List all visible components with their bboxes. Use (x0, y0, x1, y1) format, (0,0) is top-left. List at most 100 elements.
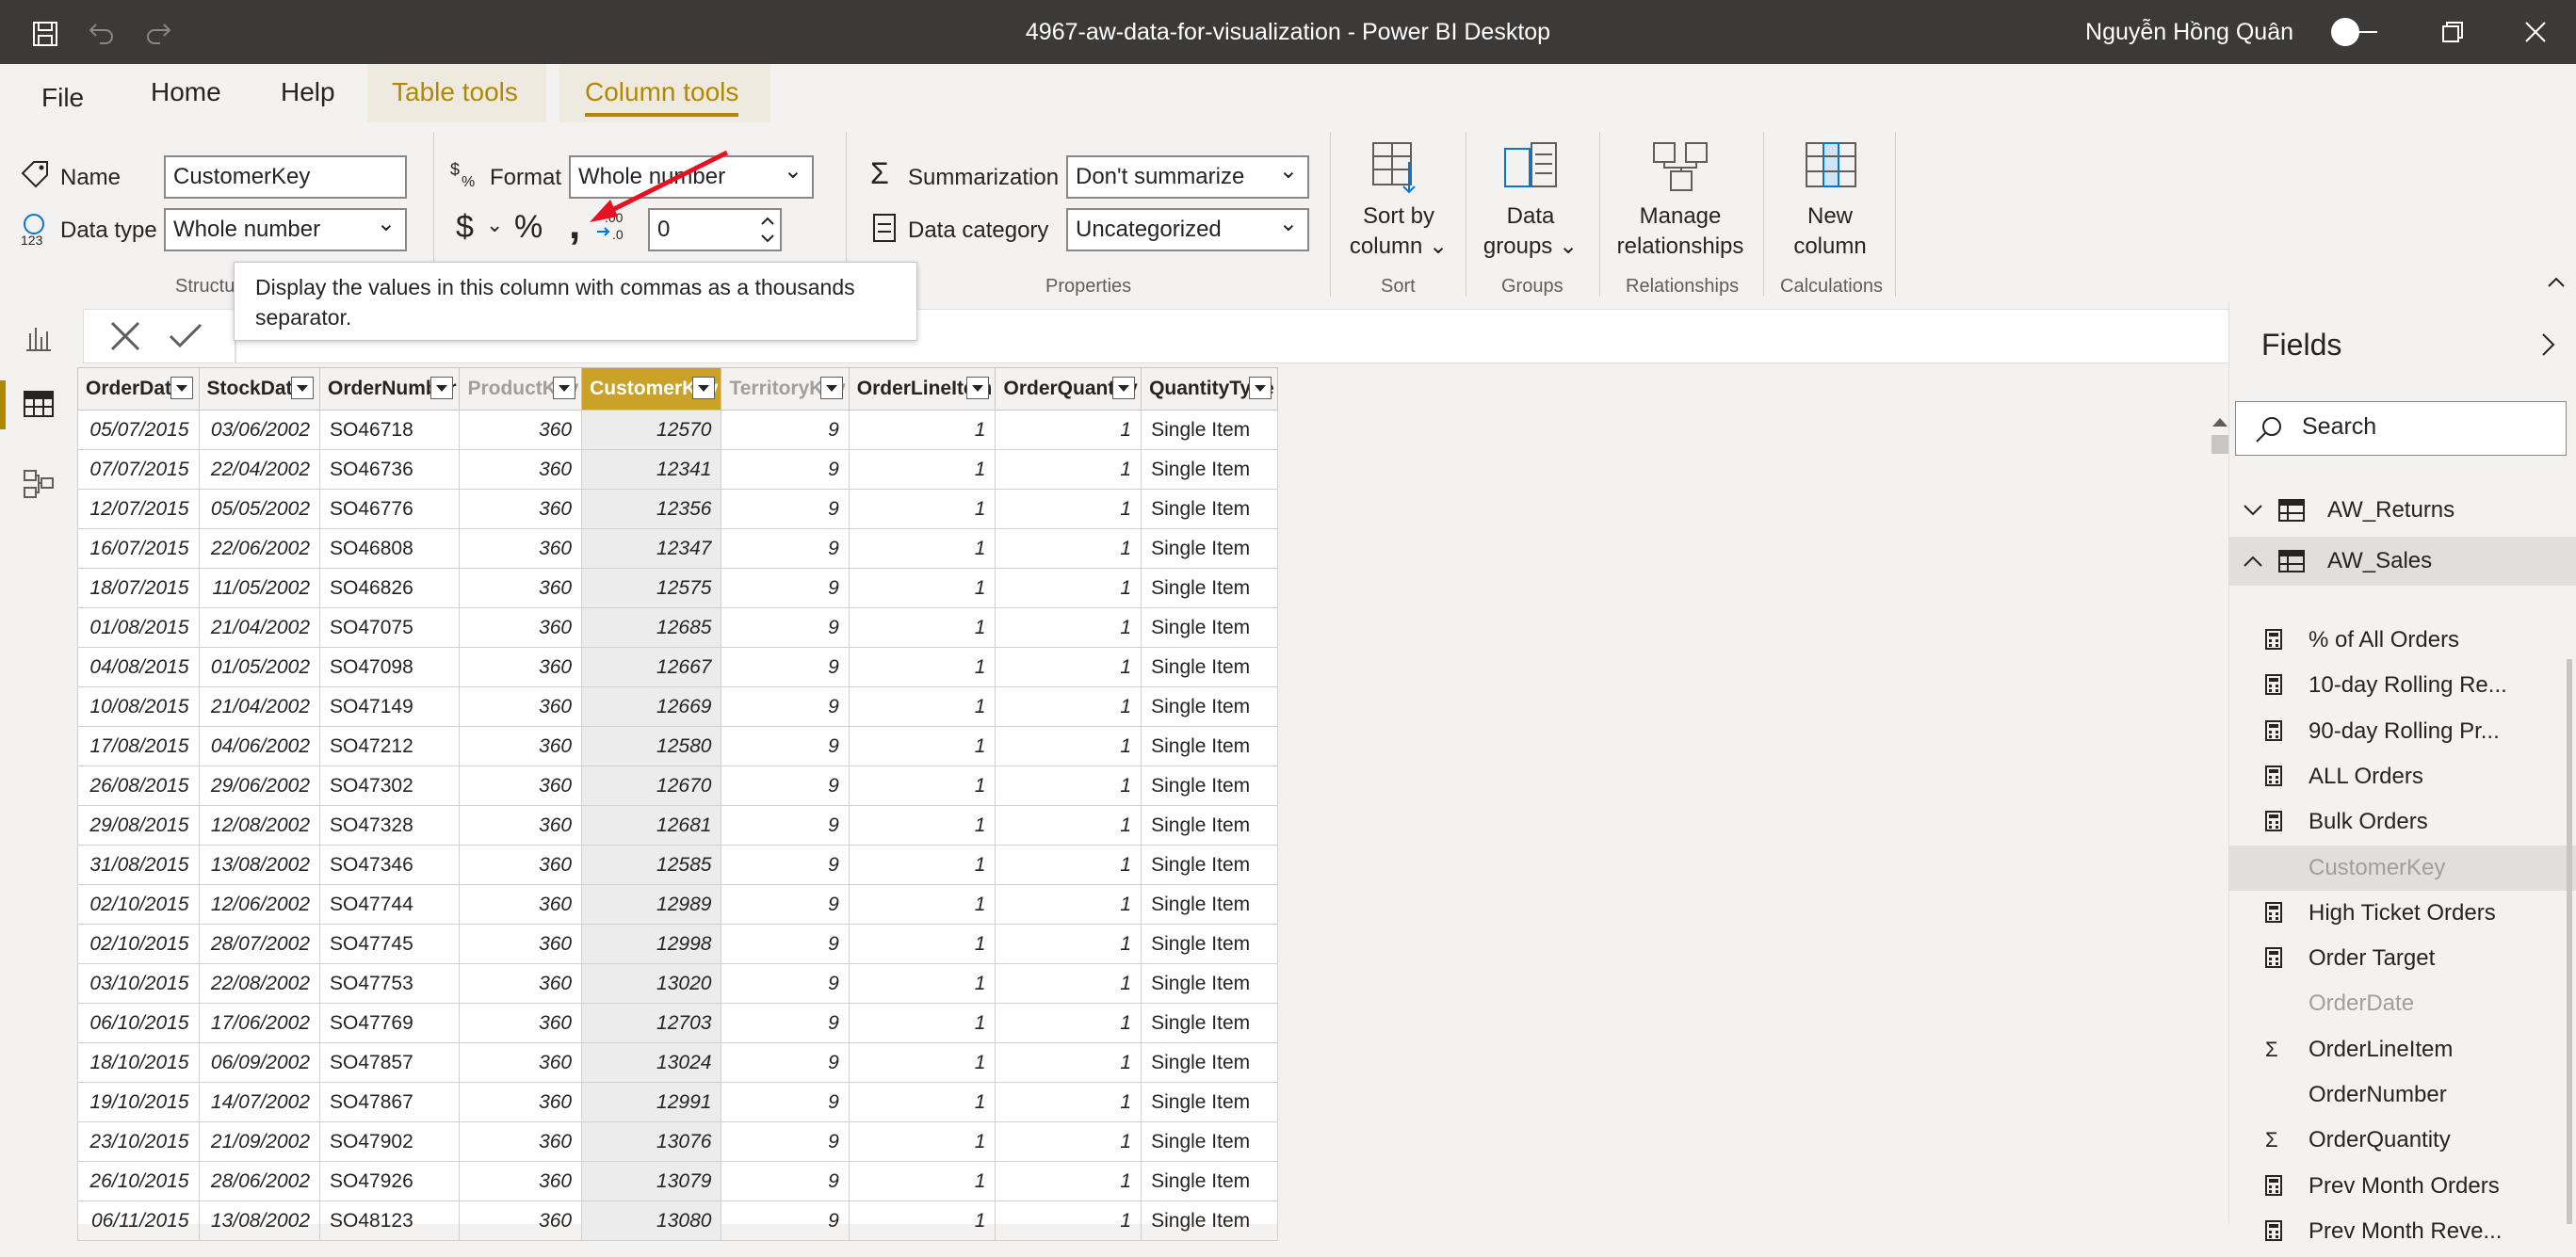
table-cell[interactable]: 9 (721, 1042, 850, 1083)
table-cell[interactable]: 06/09/2002 (198, 1042, 321, 1083)
table-cell[interactable]: 9 (721, 568, 850, 608)
table-cell[interactable]: 13079 (581, 1161, 722, 1201)
table-cell[interactable]: SO47926 (319, 1161, 461, 1201)
table-cell[interactable]: 1 (848, 924, 996, 964)
table-cell[interactable]: SO46718 (319, 410, 461, 450)
currency-icon[interactable]: $ (456, 209, 474, 246)
table-cell[interactable]: 360 (459, 845, 583, 885)
table-cell[interactable]: 1 (848, 647, 996, 687)
close-icon[interactable] (2524, 21, 2547, 43)
table-cell[interactable]: 1 (995, 726, 1142, 766)
avatar[interactable] (2331, 18, 2359, 46)
table-cell[interactable]: 1 (995, 410, 1142, 450)
table-cell[interactable]: 9 (721, 489, 850, 529)
table-cell[interactable]: 03/10/2015 (77, 963, 200, 1004)
table-cell[interactable]: 360 (459, 410, 583, 450)
table-cell[interactable]: 1 (995, 884, 1142, 925)
table-cell[interactable]: 360 (459, 528, 583, 569)
table-cell[interactable]: 13020 (581, 963, 722, 1004)
tab-column-tools[interactable]: Column tools (585, 77, 739, 117)
grid-scrollbar-thumb[interactable] (2211, 435, 2228, 454)
table-cell[interactable]: 1 (995, 449, 1142, 490)
column-header[interactable]: CustomerKey (581, 367, 722, 411)
field-item[interactable]: Order Target (2229, 936, 2576, 981)
table-cell[interactable]: 14/07/2002 (198, 1082, 321, 1122)
table-cell[interactable]: 04/08/2015 (77, 647, 200, 687)
table-cell[interactable]: 1 (848, 1121, 996, 1162)
table-cell[interactable]: 1 (995, 963, 1142, 1004)
table-cell[interactable]: 26/10/2015 (77, 1161, 200, 1201)
table-cell[interactable]: 360 (459, 765, 583, 806)
tab-home[interactable]: Home (151, 77, 221, 107)
field-item[interactable]: High Ticket Orders (2229, 891, 2576, 936)
table-cell[interactable]: 1 (848, 1161, 996, 1201)
table-cell[interactable]: SO47902 (319, 1121, 461, 1162)
field-item[interactable]: ALL Orders (2229, 754, 2576, 799)
table-cell[interactable]: 9 (721, 647, 850, 687)
model-view-icon[interactable] (23, 469, 55, 499)
table-cell[interactable]: 1 (995, 686, 1142, 727)
table-cell[interactable]: 1 (848, 489, 996, 529)
table-cell[interactable]: 22/08/2002 (198, 963, 321, 1004)
table-cell[interactable]: 1 (848, 449, 996, 490)
field-item[interactable]: CustomerKey (2229, 845, 2576, 891)
table-cell[interactable]: SO47769 (319, 1003, 461, 1043)
table-cell[interactable]: 1 (995, 1201, 1142, 1241)
chevron-right-icon[interactable] (2540, 331, 2557, 358)
spin-icon[interactable] (759, 211, 776, 249)
table-cell[interactable]: SO47346 (319, 845, 461, 885)
table-cell[interactable]: 9 (721, 963, 850, 1004)
cancel-formula-icon[interactable] (110, 321, 140, 351)
table-cell[interactable]: 360 (459, 489, 583, 529)
table-cell[interactable]: 12685 (581, 607, 722, 648)
table-cell[interactable]: 9 (721, 845, 850, 885)
collapse-ribbon-icon[interactable] (2547, 275, 2566, 288)
table-cell[interactable]: 9 (721, 1161, 850, 1201)
table-cell[interactable]: 18/07/2015 (77, 568, 200, 608)
column-header[interactable]: OrderDate (77, 367, 200, 411)
table-cell[interactable]: 02/10/2015 (77, 924, 200, 964)
table-cell[interactable]: 28/07/2002 (198, 924, 321, 964)
table-cell[interactable]: SO47857 (319, 1042, 461, 1083)
restore-icon[interactable] (2441, 21, 2464, 43)
table-cell[interactable]: 28/06/2002 (198, 1161, 321, 1201)
table-cell[interactable]: 1 (995, 1121, 1142, 1162)
fields-search-input[interactable]: Search (2235, 401, 2567, 456)
table-cell[interactable]: Single Item (1141, 1201, 1278, 1241)
table-cell[interactable]: 9 (721, 607, 850, 648)
table-cell[interactable]: 12347 (581, 528, 722, 569)
table-cell[interactable]: 05/07/2015 (77, 410, 200, 450)
new-column-button[interactable]: New column (1780, 201, 1880, 262)
table-cell[interactable]: 06/11/2015 (77, 1201, 200, 1241)
table-cell[interactable]: 12669 (581, 686, 722, 727)
filter-dropdown-icon[interactable] (170, 377, 193, 399)
table-cell[interactable]: 360 (459, 1161, 583, 1201)
table-cell[interactable]: 360 (459, 607, 583, 648)
table-cell[interactable]: 9 (721, 726, 850, 766)
field-item[interactable]: Σ OrderLineItem (2229, 1027, 2576, 1072)
table-cell[interactable]: 21/04/2002 (198, 686, 321, 727)
table-cell[interactable]: 1 (848, 528, 996, 569)
table-cell[interactable]: 12341 (581, 449, 722, 490)
table-cell[interactable]: 01/05/2002 (198, 647, 321, 687)
table-cell[interactable]: 360 (459, 1003, 583, 1043)
table-cell[interactable]: 1 (848, 884, 996, 925)
table-cell[interactable]: 360 (459, 1201, 583, 1241)
table-cell[interactable]: 1 (995, 1042, 1142, 1083)
table-cell[interactable]: 17/08/2015 (77, 726, 200, 766)
table-cell[interactable]: 9 (721, 1201, 850, 1241)
table-cell[interactable]: 13/08/2002 (198, 845, 321, 885)
table-cell[interactable]: SO47744 (319, 884, 461, 925)
table-cell[interactable]: 1 (848, 1082, 996, 1122)
table-cell[interactable]: 12575 (581, 568, 722, 608)
table-cell[interactable]: 1 (848, 726, 996, 766)
table-cell[interactable]: 12580 (581, 726, 722, 766)
table-cell[interactable]: 12/07/2015 (77, 489, 200, 529)
percent-icon[interactable]: % (514, 209, 543, 246)
tab-help[interactable]: Help (281, 77, 335, 107)
table-cell[interactable]: 10/08/2015 (77, 686, 200, 727)
table-cell[interactable]: 1 (848, 1042, 996, 1083)
table-cell[interactable]: 12681 (581, 805, 722, 846)
table-cell[interactable]: 22/06/2002 (198, 528, 321, 569)
table-cell[interactable]: 12/08/2002 (198, 805, 321, 846)
